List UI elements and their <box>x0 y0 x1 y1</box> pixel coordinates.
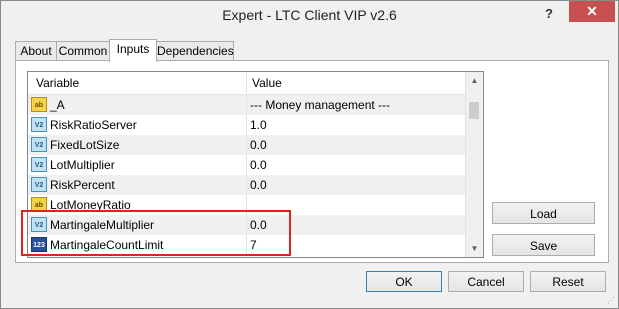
variable-value[interactable]: 0.0 <box>250 178 267 192</box>
table-row[interactable]: V2 RiskRatioServer 1.0 <box>28 115 465 135</box>
double-type-icon: V2 <box>31 137 47 152</box>
resize-grip-icon[interactable]: ⋰ <box>607 296 615 305</box>
scrollbar-thumb[interactable] <box>469 102 479 119</box>
double-type-icon: V2 <box>31 177 47 192</box>
tab-dependencies[interactable]: Dependencies <box>156 41 234 61</box>
tab-common[interactable]: Common <box>56 41 110 61</box>
vertical-scrollbar[interactable]: ▲ ▼ <box>465 72 483 257</box>
double-type-icon: V2 <box>31 157 47 172</box>
scroll-up-arrow-icon[interactable]: ▲ <box>466 72 483 89</box>
window-title: Expert - LTC Client VIP v2.6 <box>222 7 397 23</box>
close-button[interactable]: ✕ <box>569 1 615 22</box>
variable-value[interactable]: --- Money management --- <box>250 98 390 112</box>
tab-inputs[interactable]: Inputs <box>109 39 157 62</box>
double-type-icon: V2 <box>31 117 47 132</box>
variable-name: LotMultiplier <box>50 158 115 172</box>
variable-name: RiskPercent <box>50 178 115 192</box>
variable-name: RiskRatioServer <box>50 118 137 132</box>
help-button[interactable]: ? <box>539 5 559 23</box>
variable-name: _A <box>50 98 65 112</box>
expert-dialog: Expert - LTC Client VIP v2.6 ? ✕ About C… <box>0 0 619 309</box>
save-button[interactable]: Save <box>492 234 595 256</box>
cancel-button[interactable]: Cancel <box>448 271 524 292</box>
column-header-value[interactable]: Value <box>252 76 282 90</box>
reset-button[interactable]: Reset <box>530 271 606 292</box>
table-row[interactable]: V2 LotMultiplier 0.0 <box>28 155 465 175</box>
table-row[interactable]: ab _A --- Money management --- <box>28 95 465 115</box>
variable-value[interactable]: 0.0 <box>250 138 267 152</box>
ok-button[interactable]: OK <box>366 271 442 292</box>
table-row[interactable]: V2 FixedLotSize 0.0 <box>28 135 465 155</box>
string-type-icon: ab <box>31 97 47 112</box>
highlight-annotation <box>21 210 291 256</box>
load-button[interactable]: Load <box>492 202 595 224</box>
variable-name: FixedLotSize <box>50 138 120 152</box>
tab-about[interactable]: About <box>15 41 57 61</box>
variable-value[interactable]: 1.0 <box>250 118 267 132</box>
table-row[interactable]: V2 RiskPercent 0.0 <box>28 175 465 195</box>
title-bar[interactable]: Expert - LTC Client VIP v2.6 ? ✕ <box>1 1 618 31</box>
scroll-down-arrow-icon[interactable]: ▼ <box>466 240 483 257</box>
column-header-variable[interactable]: Variable <box>36 76 79 90</box>
variable-value[interactable]: 0.0 <box>250 158 267 172</box>
table-header: Variable Value <box>28 72 465 95</box>
